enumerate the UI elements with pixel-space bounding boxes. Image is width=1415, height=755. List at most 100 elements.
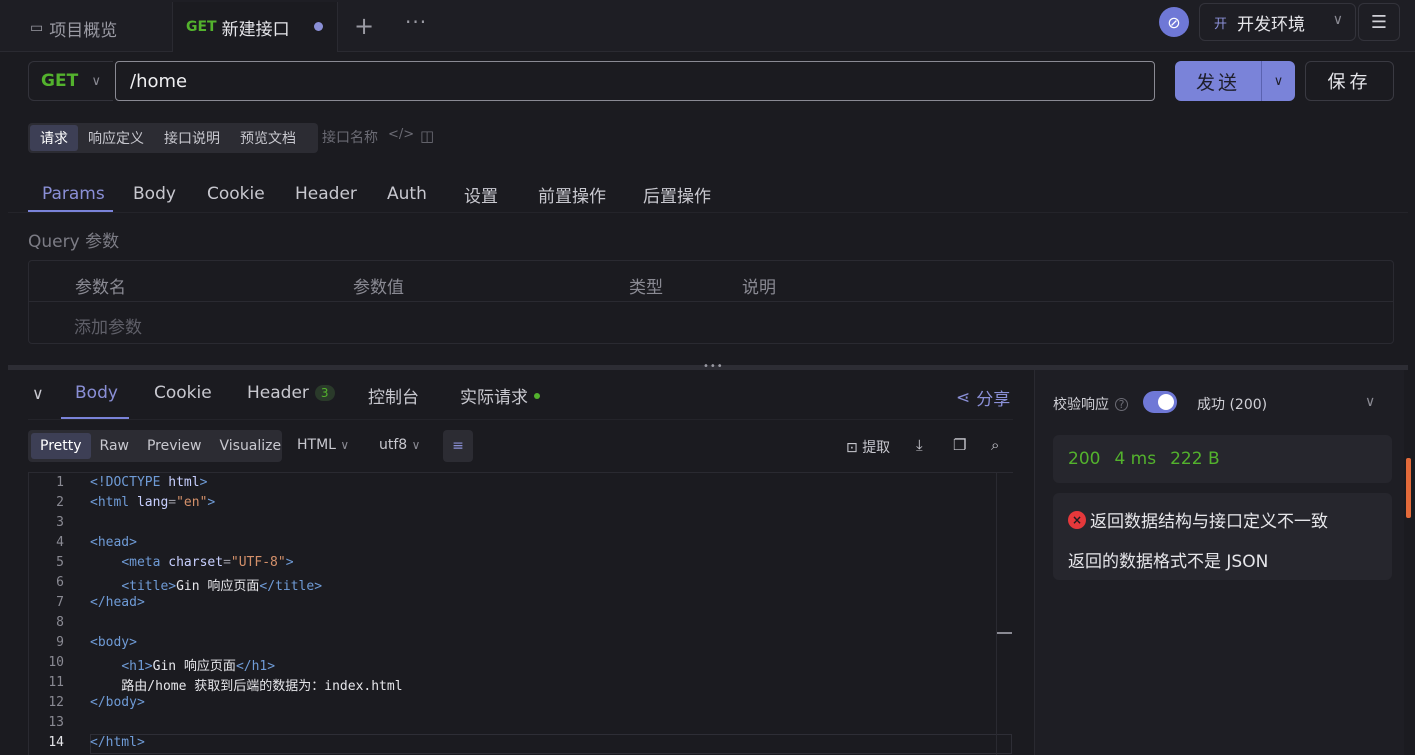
header-count-badge: 3: [314, 385, 335, 401]
query-params-label: Query 参数: [28, 232, 120, 252]
code-line: <body>: [90, 635, 137, 650]
share-button[interactable]: ⋖ 分享: [956, 385, 1011, 411]
environment-select[interactable]: 开 开发环境 ∨: [1199, 3, 1356, 41]
url-input[interactable]: /home: [115, 61, 1155, 101]
resp-tab-actual-request[interactable]: 实际请求: [460, 383, 540, 408]
validation-error-title: × 返回数据结构与接口定义不一致: [1068, 507, 1328, 532]
code-line: <!DOCTYPE html>: [90, 475, 208, 490]
col-param-value: 参数值: [353, 278, 404, 298]
search-icon[interactable]: ⌕: [991, 436, 999, 454]
toggle-knob: [1158, 394, 1174, 410]
word-wrap-icon[interactable]: ≡: [443, 430, 473, 462]
panel-scrollbar-thumb[interactable]: [1406, 458, 1411, 518]
tab-divider: [28, 419, 1013, 420]
tab-post-ops[interactable]: 后置操作: [643, 176, 711, 212]
format-visualize[interactable]: Visualize: [210, 433, 290, 459]
segment-preview-doc[interactable]: 预览文档: [230, 125, 306, 151]
download-icon[interactable]: ⤓: [916, 436, 923, 454]
extract-button[interactable]: ⊡ 提取: [846, 437, 890, 457]
sync-icon[interactable]: ⊘: [1159, 7, 1189, 37]
extract-icon: ⊡: [846, 440, 858, 456]
code-line: <meta charset="UTF-8">: [121, 555, 294, 570]
line-number: 8: [56, 615, 64, 630]
method-label: GET: [41, 71, 79, 91]
language-label: HTML: [297, 437, 336, 453]
resp-tab-console[interactable]: 控制台: [368, 383, 419, 408]
format-segment: Pretty Raw Preview Visualize: [28, 430, 282, 462]
resp-tab-header[interactable]: Header 3: [247, 383, 335, 403]
add-tab-button[interactable]: +: [354, 12, 374, 40]
segment-request[interactable]: 请求: [30, 125, 78, 151]
error-title-text: 返回数据结构与接口定义不一致: [1090, 512, 1328, 532]
share-label: 分享: [976, 390, 1011, 410]
tab-project-overview[interactable]: ▭ 项目概览: [30, 4, 117, 52]
active-tab-indicator: [28, 210, 113, 212]
send-button[interactable]: 发送 ∨: [1175, 61, 1295, 101]
segment-response-def[interactable]: 响应定义: [78, 125, 154, 151]
resp-tab-body[interactable]: Body: [75, 383, 118, 403]
table-header-row: 参数名 参数值 类型 说明: [29, 261, 1393, 302]
tab-label: 新建接口: [221, 19, 290, 40]
collapse-chevron-icon[interactable]: ∨: [32, 384, 44, 403]
col-description: 说明: [742, 278, 776, 298]
help-icon[interactable]: ?: [1115, 397, 1128, 411]
line-number: 4: [56, 535, 64, 550]
scrollbar-thumb[interactable]: [997, 632, 1012, 634]
tab-settings[interactable]: 设置: [464, 176, 498, 212]
chevron-down-icon: ∨: [411, 438, 421, 452]
tab-divider: [8, 212, 1408, 213]
line-number: 3: [56, 515, 64, 530]
chevron-down-icon[interactable]: ∨: [1365, 394, 1375, 410]
copy-icon[interactable]: ❐: [953, 436, 966, 454]
format-pretty[interactable]: Pretty: [31, 433, 91, 459]
tab-params[interactable]: Params: [42, 176, 105, 212]
tab-header[interactable]: Header: [295, 176, 357, 212]
tab-label: Header: [247, 383, 309, 403]
error-icon: ×: [1068, 510, 1086, 529]
tab-pre-ops[interactable]: 前置操作: [538, 176, 606, 212]
code-line: 路由/home 获取到后端的数据为：index.html: [90, 679, 403, 694]
line-number: 9: [56, 635, 64, 650]
status-dot-icon: [534, 392, 540, 399]
code-line: </html>: [90, 735, 145, 750]
send-dropdown-icon[interactable]: ∨: [1262, 74, 1295, 89]
panel-icon[interactable]: ◫: [420, 127, 434, 145]
tab-cookie[interactable]: Cookie: [207, 176, 265, 212]
save-button[interactable]: 保存: [1305, 61, 1394, 101]
resp-tab-cookie[interactable]: Cookie: [154, 383, 212, 403]
send-label: 发送: [1195, 71, 1240, 94]
tab-auth[interactable]: Auth: [387, 176, 427, 212]
line-number: 14: [48, 735, 64, 750]
code-editor[interactable]: [28, 472, 1013, 755]
menu-icon[interactable]: ☰: [1358, 3, 1400, 41]
unsaved-dot-icon: [314, 22, 323, 31]
line-number: 7: [56, 595, 64, 610]
line-number: 11: [48, 675, 64, 690]
tab-body[interactable]: Body: [133, 176, 176, 212]
api-name-input[interactable]: 接口名称: [322, 127, 378, 147]
line-number: 13: [48, 715, 64, 730]
validation-error-detail: 返回的数据格式不是 JSON: [1068, 552, 1269, 572]
code-line: <html lang="en">: [90, 495, 216, 510]
extract-label: 提取: [862, 440, 891, 456]
more-tabs-icon[interactable]: ···: [405, 10, 427, 34]
format-raw[interactable]: Raw: [91, 433, 138, 459]
charset-select[interactable]: utf8 ∨: [379, 437, 420, 453]
editor-scrollbar[interactable]: [996, 473, 1012, 755]
code-line: <title>Gin 响应页面</title>: [121, 579, 323, 594]
language-select[interactable]: HTML ∨: [297, 437, 349, 453]
panel-scroll-track: [1404, 370, 1415, 755]
col-param-name: 参数名: [75, 278, 126, 298]
segment-api-doc[interactable]: 接口说明: [154, 125, 230, 151]
add-param-input[interactable]: 添加参数: [74, 313, 142, 338]
active-tab-indicator: [61, 417, 129, 419]
request-mode-segment: 请求 响应定义 接口说明 预览文档: [28, 123, 318, 153]
method-select[interactable]: GET ∨: [28, 61, 113, 101]
tab-new-endpoint[interactable]: GET 新建接口: [172, 2, 338, 52]
tab-label: 项目概览: [49, 20, 118, 41]
line-number: 6: [56, 575, 64, 590]
format-preview[interactable]: Preview: [138, 433, 211, 459]
validate-toggle[interactable]: [1143, 391, 1177, 413]
share-icon: ⋖: [956, 387, 971, 408]
code-icon[interactable]: </>: [388, 127, 414, 142]
